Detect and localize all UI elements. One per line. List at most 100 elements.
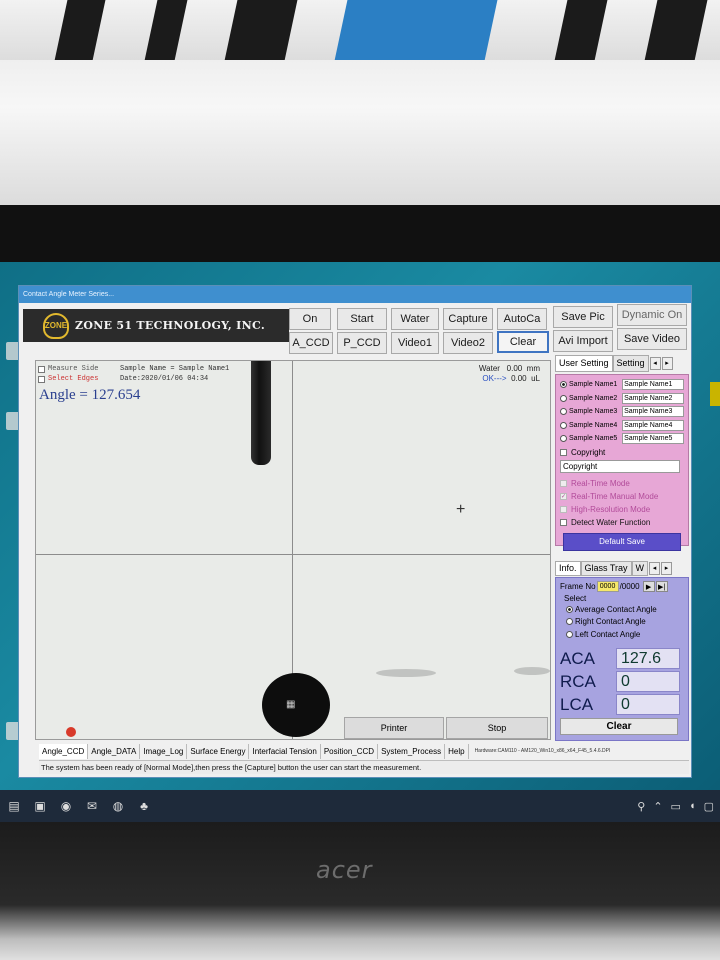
select-edges-option[interactable]: Select Edges bbox=[38, 374, 98, 384]
tab-position-ccd[interactable]: Position_CCD bbox=[321, 743, 379, 759]
sample-radio[interactable] bbox=[560, 435, 567, 443]
sample-row[interactable]: Sample Name3 Sample Name3 bbox=[560, 405, 684, 419]
sample-name-field[interactable]: Sample Name3 bbox=[622, 406, 684, 418]
printer-button[interactable]: Printer bbox=[344, 717, 444, 739]
left-angle-radio[interactable] bbox=[566, 630, 573, 638]
sample-radio[interactable] bbox=[560, 381, 567, 389]
select-edges-checkbox[interactable] bbox=[38, 375, 45, 383]
frame-label: Frame No bbox=[560, 582, 596, 591]
copyright-option[interactable]: Copyright bbox=[560, 448, 684, 457]
tab-left-arrow-icon[interactable]: ◂ bbox=[649, 356, 661, 370]
a-ccd-button[interactable]: A_CCD bbox=[289, 332, 333, 354]
sample-row[interactable]: Sample Name5 Sample Name5 bbox=[560, 432, 684, 446]
sample-label: Sample Name2 bbox=[569, 394, 618, 402]
mail-icon[interactable]: ✉ bbox=[84, 798, 100, 814]
tab-left-arrow-icon[interactable]: ◂ bbox=[649, 561, 661, 575]
tab-help[interactable]: Help bbox=[445, 743, 469, 759]
autocal-button[interactable]: AutoCa bbox=[497, 308, 547, 330]
video1-button[interactable]: Video1 bbox=[391, 332, 439, 354]
copyright-field[interactable]: Copyright bbox=[560, 459, 680, 473]
capture-button[interactable]: Capture bbox=[443, 308, 493, 330]
tab-surface-energy[interactable]: Surface Energy bbox=[187, 743, 250, 759]
detect-water-option[interactable]: Detect Water Function bbox=[560, 516, 684, 529]
save-pic-button[interactable]: Save Pic bbox=[553, 306, 613, 328]
store-icon[interactable]: ▣ bbox=[32, 798, 48, 814]
right-angle-radio[interactable] bbox=[566, 618, 573, 626]
network-icon[interactable]: ▭ bbox=[671, 800, 681, 813]
sample-row[interactable]: Sample Name4 Sample Name4 bbox=[560, 419, 684, 433]
record-indicator-icon bbox=[66, 727, 76, 737]
start-button[interactable]: Start bbox=[337, 308, 387, 330]
skip-end-icon[interactable]: ▶| bbox=[655, 581, 668, 592]
right-angle-option[interactable]: Right Contact Angle bbox=[560, 616, 684, 629]
sample-name-field[interactable]: Sample Name5 bbox=[622, 433, 684, 445]
volume-icon[interactable]: ◖ bbox=[689, 800, 696, 813]
p-ccd-button[interactable]: P_CCD bbox=[337, 332, 387, 354]
notification-icon[interactable]: ▢ bbox=[704, 800, 714, 813]
tab-w[interactable]: W bbox=[631, 560, 649, 576]
high-resolution-mode-option[interactable]: High-Resolution Mode bbox=[560, 503, 684, 516]
save-video-button[interactable]: Save Video bbox=[617, 328, 687, 350]
on-button[interactable]: On bbox=[289, 308, 331, 330]
real-time-manual-mode-checkbox[interactable]: ✓ bbox=[560, 492, 567, 500]
sample-radio[interactable] bbox=[560, 408, 567, 416]
tab-setting[interactable]: Setting bbox=[612, 354, 649, 372]
sample-radio[interactable] bbox=[560, 421, 567, 429]
clear-values-button[interactable]: Clear bbox=[560, 717, 678, 735]
zone-logo-icon: ZONE bbox=[43, 312, 69, 339]
sample-radio[interactable] bbox=[560, 394, 567, 402]
brand-name: ZONE 51 TECHNOLOGY, INC. bbox=[75, 319, 265, 332]
water-label: Water bbox=[478, 364, 500, 373]
clear-button[interactable]: Clear bbox=[497, 331, 549, 353]
sample-row[interactable]: Sample Name2 Sample Name2 bbox=[560, 392, 684, 406]
chevron-up-icon[interactable]: ⌃ bbox=[653, 800, 662, 813]
ok-value: 0.00 bbox=[511, 374, 527, 383]
tab-right-arrow-icon[interactable]: ▸ bbox=[661, 356, 673, 370]
tab-image-log[interactable]: Image_Log bbox=[140, 743, 188, 759]
sample-name-field[interactable]: Sample Name2 bbox=[622, 392, 684, 404]
sample-name-field[interactable]: Sample Name4 bbox=[622, 419, 684, 431]
high-resolution-mode-checkbox[interactable] bbox=[560, 505, 567, 513]
real-time-manual-mode-option[interactable]: ✓ Real-Time Manual Mode bbox=[560, 490, 684, 503]
app-icon[interactable]: ◍ bbox=[110, 798, 126, 814]
chrome-icon[interactable]: ◉ bbox=[58, 798, 74, 814]
left-angle-option[interactable]: Left Contact Angle bbox=[560, 628, 684, 641]
real-time-mode-checkbox[interactable] bbox=[560, 479, 567, 487]
tab-angle-data[interactable]: Angle_DATA bbox=[88, 743, 141, 759]
stop-button[interactable]: Stop bbox=[446, 717, 548, 739]
frame-number-field[interactable]: 0000 bbox=[596, 581, 619, 592]
detect-water-checkbox[interactable] bbox=[560, 518, 567, 526]
app-title: Contact Angle Meter Series... bbox=[19, 286, 691, 303]
default-save-button[interactable]: Default Save bbox=[563, 532, 681, 551]
average-angle-radio[interactable] bbox=[566, 605, 573, 613]
real-time-mode-option[interactable]: Real-Time Mode bbox=[560, 477, 684, 490]
angle-readout: Angle = 127.654 bbox=[39, 387, 141, 403]
play-icon[interactable]: ▶ bbox=[642, 581, 655, 592]
tab-right-arrow-icon[interactable]: ▸ bbox=[661, 561, 673, 575]
people-icon[interactable]: ⚲ bbox=[637, 800, 645, 813]
avi-import-button[interactable]: Avi Import bbox=[553, 330, 613, 352]
tab-system-process[interactable]: System_Process bbox=[378, 743, 446, 759]
dynamic-on-button[interactable]: Dynamic On bbox=[617, 304, 687, 326]
tab-angle-ccd[interactable]: Angle_CCD bbox=[39, 743, 89, 759]
camera-viewer[interactable]: Measure Side Select Edges Sample Name = … bbox=[35, 360, 551, 740]
tab-user-setting[interactable]: User Setting bbox=[555, 354, 613, 372]
desktop-icon[interactable] bbox=[710, 382, 720, 406]
copyright-checkbox[interactable] bbox=[560, 448, 567, 456]
measure-side-checkbox[interactable] bbox=[38, 365, 45, 373]
water-button[interactable]: Water bbox=[391, 308, 439, 330]
video2-button[interactable]: Video2 bbox=[443, 332, 493, 354]
tab-interfacial-tension[interactable]: Interfacial Tension bbox=[249, 743, 321, 759]
select-label: Select bbox=[564, 594, 587, 603]
laptop-base bbox=[0, 822, 720, 960]
game-icon[interactable]: ♣ bbox=[136, 798, 152, 814]
hardware-info: Hardware:CAM110 - AM120_Win10_x86_x64_F4… bbox=[474, 748, 611, 754]
sample-row[interactable]: Sample Name1 Sample Name1 bbox=[560, 378, 684, 392]
tab-info[interactable]: Info. bbox=[555, 560, 581, 576]
tab-glass-tray[interactable]: Glass Tray bbox=[580, 560, 632, 576]
image-smudge bbox=[376, 669, 436, 677]
measure-side-option[interactable]: Measure Side bbox=[38, 364, 98, 374]
file-explorer-icon[interactable]: ▤ bbox=[6, 798, 22, 814]
sample-name-field[interactable]: Sample Name1 bbox=[622, 379, 684, 391]
average-angle-option[interactable]: Average Contact Angle bbox=[560, 603, 684, 616]
